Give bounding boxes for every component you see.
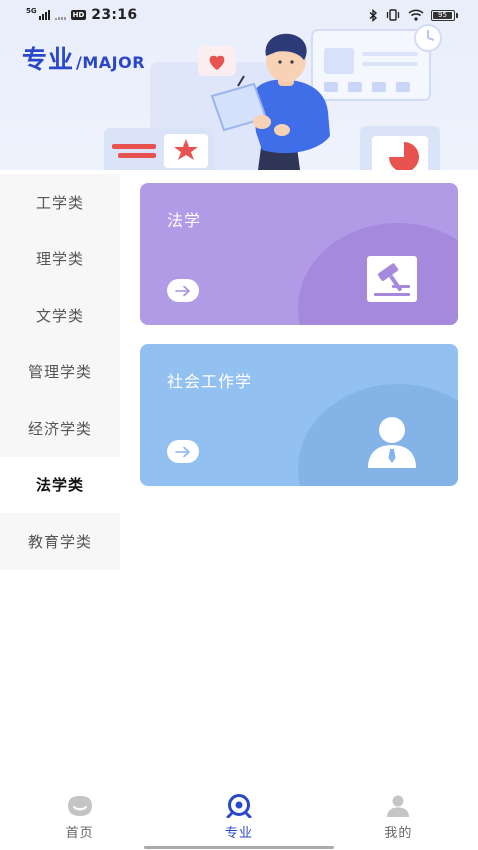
tab-label: 专业 <box>224 826 253 841</box>
home-icon <box>67 796 92 816</box>
major-card-social-work[interactable]: 社会工作学 <box>140 344 458 486</box>
category-item[interactable]: 教育学类 <box>0 513 120 570</box>
wifi-icon <box>408 9 424 21</box>
major-card-title: 社会工作学 <box>167 372 253 391</box>
hd-badge: HD <box>70 10 87 20</box>
category-item[interactable]: 工学类 <box>0 174 120 231</box>
tab-major[interactable]: 专业 <box>159 790 318 850</box>
arrow-right-icon[interactable] <box>167 279 199 302</box>
category-item[interactable]: 管理学类 <box>0 344 120 401</box>
major-icon <box>226 794 252 818</box>
page-title: 专业 /MAJOR <box>22 40 145 76</box>
person-icon <box>368 417 416 468</box>
arrow-right-icon[interactable] <box>167 440 199 463</box>
profile-icon <box>387 795 410 817</box>
page-title-en: /MAJOR <box>76 53 146 72</box>
bluetooth-icon <box>369 8 378 22</box>
battery-level: 95 <box>433 11 452 19</box>
major-card-title: 法学 <box>167 211 202 230</box>
page-title-cn: 专业 <box>22 45 75 74</box>
category-item[interactable]: 法学类 <box>0 456 120 513</box>
tab-home[interactable]: 首页 <box>0 790 159 850</box>
category-item[interactable]: 理学类 <box>0 231 120 288</box>
tab-label: 首页 <box>65 826 94 841</box>
battery-icon: 95 <box>431 9 458 21</box>
vibrate-icon <box>386 9 400 21</box>
bottom-tab-bar: 首页 专业 我的 <box>0 790 478 850</box>
cellular-signal-icon <box>38 10 50 20</box>
home-indicator <box>144 846 334 849</box>
category-item[interactable]: 文学类 <box>0 287 120 344</box>
clock: 23:16 <box>91 7 138 23</box>
major-card-list: 法学 社会工作学 <box>140 183 458 505</box>
category-sidebar: 工学类 理学类 文学类 管理学类 经济学类 法学类 教育学类 <box>0 174 120 570</box>
category-item[interactable]: 经济学类 <box>0 400 120 457</box>
status-bar: 5G HD 23:16 95 <box>0 0 478 30</box>
network-type: 5G <box>26 7 37 15</box>
cellular-signal-2-icon <box>54 10 66 20</box>
tab-profile[interactable]: 我的 <box>319 790 478 850</box>
tab-label: 我的 <box>384 826 413 841</box>
gavel-icon <box>367 256 417 302</box>
major-card-law[interactable]: 法学 <box>140 183 458 325</box>
